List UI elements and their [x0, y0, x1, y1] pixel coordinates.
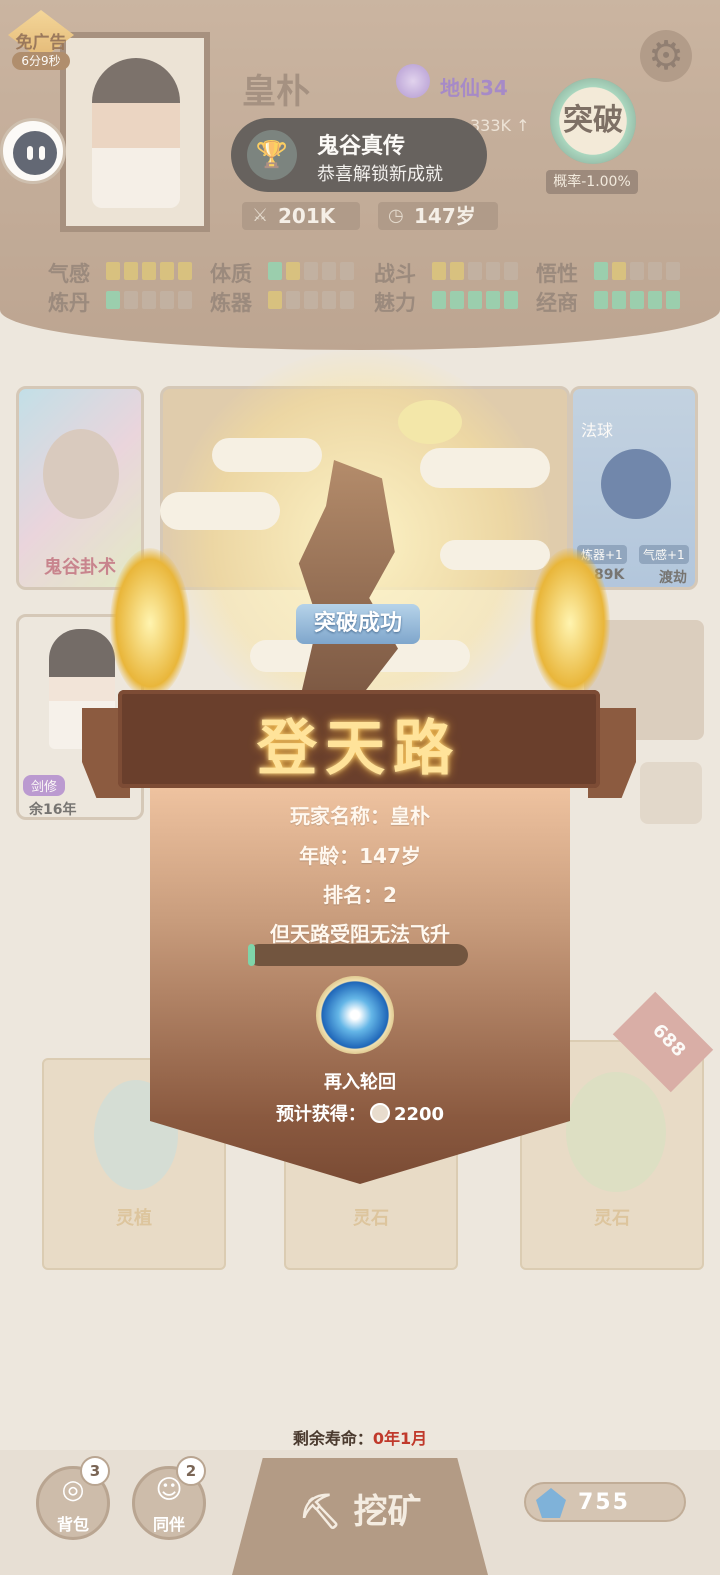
player-name-line: 玩家名称：皇朴	[290, 804, 430, 828]
spirit-stone-count: 755	[578, 1490, 630, 1515]
partner-count-badge: 2	[176, 1456, 206, 1486]
bag-count-badge: 3	[80, 1456, 110, 1486]
cloud-decoration	[440, 540, 550, 570]
cloud-decoration	[160, 492, 280, 530]
flame-wing-left	[110, 548, 190, 698]
pickaxe-icon: ⛏	[298, 1492, 342, 1532]
reincarnate-label[interactable]: 再入轮回	[150, 1068, 570, 1094]
remaining-lifespan: 剩余寿命：0年1月	[0, 1425, 720, 1449]
mine-label[interactable]: ⛏ 挖矿	[232, 1484, 488, 1533]
partner-label: 同伴	[152, 1515, 185, 1534]
reward-label: 预计获得：	[275, 1104, 366, 1125]
bag-label: 背包	[56, 1515, 89, 1534]
reward-value: 2200	[393, 1104, 445, 1125]
spirit-stone-counter[interactable]: 755	[524, 1482, 686, 1522]
age-line: 年龄：147岁	[299, 844, 421, 868]
breakthrough-success-badge: 突破成功	[296, 604, 420, 644]
lifespan-value: 0年1月	[372, 1429, 428, 1448]
blocked-line: 但天路受阻无法飞升	[270, 922, 450, 946]
mine-text: 挖矿	[353, 1492, 422, 1532]
dialog-title: 登天路	[257, 714, 461, 784]
swirl-coin-icon	[369, 1103, 390, 1123]
lifespan-label: 剩余寿命：	[292, 1429, 373, 1448]
flame-wing-right	[530, 548, 610, 698]
cloud-decoration	[420, 448, 550, 488]
reincarnate-button[interactable]	[316, 976, 394, 1054]
ascension-progress-bar	[248, 944, 468, 966]
golden-tree-icon	[398, 400, 462, 444]
cloud-decoration	[212, 438, 322, 472]
spirit-stone-icon	[536, 1488, 566, 1518]
rank-line: 排名：2	[323, 883, 397, 907]
expected-reward: 预计获得： 2200	[150, 1100, 570, 1126]
ascension-progress-fill	[248, 944, 255, 966]
